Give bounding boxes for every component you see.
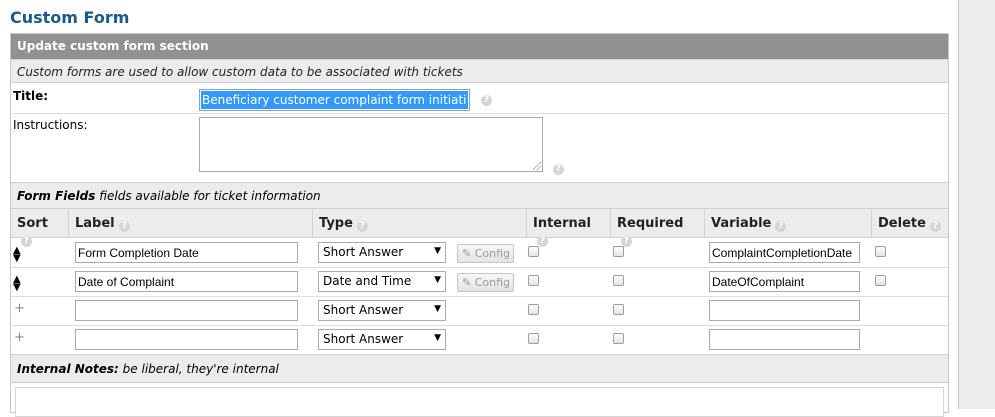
internal-checkbox[interactable] bbox=[528, 275, 539, 286]
help-icon[interactable]: ? bbox=[537, 236, 548, 247]
form-fields-subheading: fields available for ticket information bbox=[99, 189, 321, 203]
section-header: Update custom form section bbox=[11, 34, 948, 59]
internal-notes-editor[interactable] bbox=[15, 387, 944, 417]
required-checkbox[interactable] bbox=[613, 246, 624, 257]
instructions-textarea[interactable] bbox=[199, 117, 543, 172]
field-variable-input[interactable] bbox=[709, 242, 860, 263]
help-icon[interactable]: ? bbox=[553, 164, 564, 175]
internal-notes-header: Internal Notes: be liberal, they're inte… bbox=[11, 354, 948, 383]
field-type-select[interactable]: Short Answer ▼ bbox=[318, 300, 446, 321]
sort-updown-icon[interactable]: ▲ ▼ bbox=[13, 275, 21, 293]
internal-checkbox[interactable] bbox=[528, 246, 539, 257]
column-header-internal: Internal? bbox=[527, 209, 611, 247]
page-title: Custom Form bbox=[10, 8, 130, 27]
internal-notes-heading: Internal Notes: bbox=[17, 362, 119, 376]
help-icon[interactable]: ? bbox=[481, 95, 492, 106]
custom-form-section: Update custom form section Custom forms … bbox=[10, 33, 949, 417]
field-label-input[interactable] bbox=[75, 242, 298, 263]
chevron-down-icon: ▼ bbox=[434, 246, 441, 256]
internal-notes-subheading: be liberal, they're internal bbox=[122, 362, 279, 376]
instructions-label: Instructions: bbox=[13, 118, 88, 132]
help-icon[interactable]: ? bbox=[929, 221, 941, 232]
form-fields-heading: Form Fields bbox=[17, 189, 96, 203]
delete-checkbox[interactable] bbox=[875, 275, 886, 286]
column-header-delete: Delete? bbox=[872, 209, 948, 238]
field-label-input[interactable] bbox=[75, 300, 298, 321]
internal-checkbox[interactable] bbox=[528, 333, 539, 344]
chevron-down-icon: ▼ bbox=[434, 275, 441, 285]
required-checkbox[interactable] bbox=[613, 333, 624, 344]
help-icon[interactable]: ? bbox=[118, 221, 130, 232]
help-icon[interactable]: ? bbox=[21, 236, 32, 247]
column-header-label: Label? bbox=[69, 209, 313, 238]
chevron-down-icon: ▼ bbox=[434, 304, 441, 314]
edit-icon: ✎ bbox=[462, 276, 472, 289]
required-checkbox[interactable] bbox=[613, 304, 624, 315]
config-button[interactable]: ✎ Config bbox=[457, 244, 514, 263]
help-icon[interactable]: ? bbox=[356, 221, 368, 232]
page-scroll-area bbox=[958, 0, 995, 409]
resize-grip-icon[interactable] bbox=[533, 162, 541, 170]
field-variable-input[interactable] bbox=[709, 300, 860, 321]
field-type-select[interactable]: Short Answer ▼ bbox=[318, 329, 446, 350]
column-header-required: Required? bbox=[611, 209, 705, 247]
field-type-select[interactable]: Date and Time ▼ bbox=[318, 271, 446, 292]
title-label: Title: bbox=[13, 89, 49, 103]
field-variable-input[interactable] bbox=[709, 271, 860, 292]
plus-icon: + bbox=[14, 330, 25, 345]
internal-checkbox[interactable] bbox=[528, 304, 539, 315]
edit-icon: ✎ bbox=[462, 247, 472, 260]
delete-checkbox[interactable] bbox=[875, 246, 886, 257]
column-header-sort: Sort? bbox=[11, 209, 69, 247]
section-description: Custom forms are used to allow custom da… bbox=[11, 59, 948, 83]
field-type-select[interactable]: Short Answer ▼ bbox=[318, 242, 446, 263]
column-header-type: Type? bbox=[313, 209, 527, 238]
config-button[interactable]: ✎ Config bbox=[457, 273, 514, 292]
form-fields-header: Form Fields fields available for ticket … bbox=[11, 182, 948, 209]
plus-icon: + bbox=[14, 301, 25, 316]
required-checkbox[interactable] bbox=[613, 275, 624, 286]
sort-updown-icon[interactable]: ▲ ▼ bbox=[13, 246, 21, 264]
field-label-input[interactable] bbox=[75, 329, 298, 350]
field-label-input[interactable] bbox=[75, 271, 298, 292]
field-variable-input[interactable] bbox=[709, 329, 860, 350]
chevron-down-icon: ▼ bbox=[434, 333, 441, 343]
column-header-variable: Variable? bbox=[705, 209, 872, 238]
title-input[interactable] bbox=[199, 89, 470, 111]
help-icon[interactable]: ? bbox=[775, 221, 787, 232]
